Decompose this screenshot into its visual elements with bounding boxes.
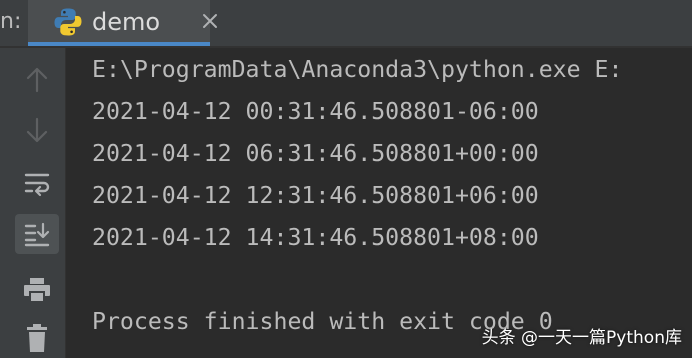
trash-icon <box>25 324 49 352</box>
clear-all-button[interactable] <box>15 318 59 358</box>
console-toolbar <box>0 48 66 358</box>
print-button[interactable] <box>15 270 59 310</box>
scroll-down-button[interactable] <box>15 110 59 150</box>
scroll-up-icon <box>24 66 50 94</box>
scroll-down-icon <box>24 116 50 144</box>
print-icon <box>23 277 51 303</box>
console-line: 2021-04-12 00:31:46.508801-06:00 <box>92 98 539 125</box>
tab-demo[interactable]: demo <box>28 0 217 46</box>
soft-wrap-icon <box>23 171 51 197</box>
soft-wrap-button[interactable] <box>15 164 59 204</box>
scroll-up-button[interactable] <box>15 60 59 100</box>
console-line: 2021-04-12 12:31:46.508801+06:00 <box>92 182 539 209</box>
run-tool-window: n: demo E:\ProgramData\Anaconda3\python.… <box>0 0 692 358</box>
close-icon[interactable] <box>200 11 220 31</box>
scroll-to-end-button[interactable] <box>15 214 59 254</box>
tab-bar: n: demo <box>0 0 692 46</box>
scroll-to-end-icon <box>23 221 51 247</box>
console-line: 2021-04-12 14:31:46.508801+08:00 <box>92 224 539 251</box>
console-line-command: E:\ProgramData\Anaconda3\python.exe E: <box>92 56 623 83</box>
watermark: 头条 @一天一篇Python库 <box>481 328 682 348</box>
python-logo-icon <box>53 7 83 37</box>
console-line: 2021-04-12 06:31:46.508801+00:00 <box>92 140 539 167</box>
console-output[interactable]: E:\ProgramData\Anaconda3\python.exe E: 2… <box>66 48 692 358</box>
run-label: n: <box>0 9 22 34</box>
tab-title: demo <box>92 8 161 36</box>
